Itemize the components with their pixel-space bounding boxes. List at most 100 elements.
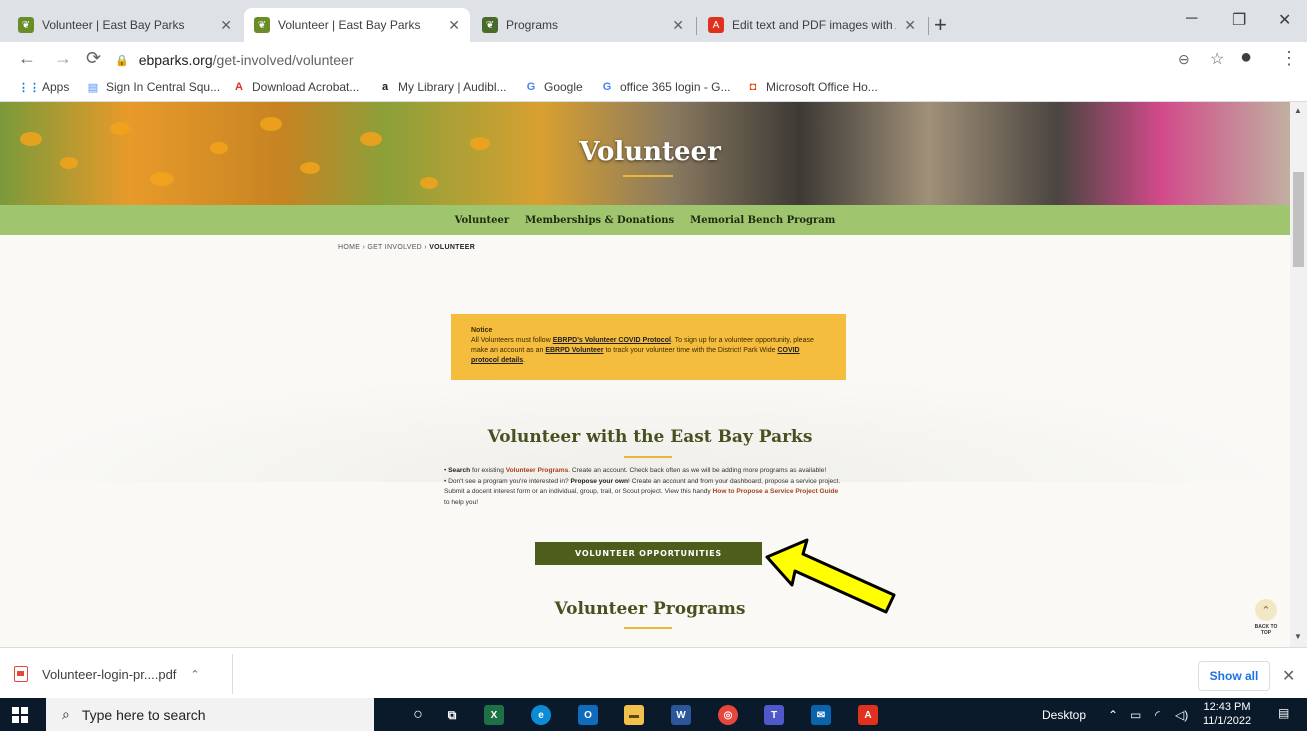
- adobe-icon: A: [708, 17, 724, 33]
- close-tab-icon[interactable]: ✕: [448, 17, 460, 34]
- close-tab-icon[interactable]: ✕: [220, 17, 232, 34]
- tab-adobe[interactable]: A Edit text and PDF images with Ac ✕: [698, 8, 926, 42]
- poppy-flower: [420, 177, 438, 189]
- bookmark-acrobat[interactable]: A Download Acrobat...: [232, 80, 359, 94]
- notice-text-part: All Volunteers must follow: [471, 337, 553, 344]
- address-bar[interactable]: 🔒 ebparks.org/get-involved/volunteer: [115, 46, 1195, 74]
- download-item[interactable]: Volunteer-login-pr....pdf ⌃: [14, 661, 200, 687]
- close-tab-icon[interactable]: ✕: [672, 17, 684, 34]
- banner-title: Volunteer: [579, 137, 721, 167]
- scroll-down-icon[interactable]: ▼: [1294, 632, 1302, 641]
- intro-bullet-propose: • Don't see a program you're interested …: [444, 477, 844, 509]
- bookmark-label: Google: [544, 80, 583, 94]
- chevron-up-icon: ⌃: [1255, 599, 1277, 621]
- bookmark-label: office 365 login - G...: [620, 80, 731, 94]
- ebparks-leaf-icon: ❦: [18, 17, 34, 33]
- clock-time: 12:43 PM: [1203, 701, 1251, 713]
- cortana-icon[interactable]: ○: [408, 705, 428, 725]
- text-part: . Create an account. Check back often as…: [568, 467, 827, 474]
- bookmark-microsoft-office[interactable]: ◘ Microsoft Office Ho...: [746, 80, 878, 94]
- word-icon[interactable]: W: [671, 705, 691, 725]
- tab-volunteer-2[interactable]: ❦ Volunteer | East Bay Parks ✕: [244, 8, 470, 42]
- tab-title: Volunteer | East Bay Parks: [42, 18, 185, 32]
- network-icon[interactable]: ▭: [1130, 708, 1141, 722]
- tab-title: Volunteer | East Bay Parks: [278, 18, 421, 32]
- mail-icon[interactable]: ✉: [811, 705, 831, 725]
- ebrpd-volunteer-link[interactable]: EBRPD Volunteer: [545, 347, 603, 354]
- section-heading-programs: Volunteer Programs: [554, 599, 746, 619]
- outlook-icon[interactable]: O: [578, 705, 598, 725]
- tab-title: Edit text and PDF images with Ac: [732, 18, 897, 32]
- acrobat-icon[interactable]: A: [858, 705, 878, 725]
- scrollbar-thumb[interactable]: [1293, 172, 1304, 267]
- text-part: Propose your own: [570, 477, 629, 485]
- text-part: for existing: [470, 467, 506, 474]
- show-hidden-icons-chevron[interactable]: ⌃: [1108, 708, 1118, 722]
- bookmark-office365[interactable]: G office 365 login - G...: [600, 80, 731, 94]
- wifi-icon[interactable]: ◜: [1155, 708, 1160, 722]
- desktop-toolbar-label[interactable]: Desktop: [1042, 708, 1086, 722]
- system-clock[interactable]: 12:43 PM 11/1/2022: [1200, 700, 1254, 728]
- close-window-button[interactable]: ✕: [1278, 10, 1291, 30]
- scroll-up-icon[interactable]: ▲: [1294, 106, 1302, 115]
- subnav-volunteer[interactable]: Volunteer: [455, 215, 509, 226]
- covid-protocol-link[interactable]: EBRPD's Volunteer COVID Protocol: [553, 337, 671, 344]
- text-part: to help you!: [444, 498, 479, 506]
- notice-text-part: .: [523, 357, 526, 364]
- excel-icon[interactable]: X: [484, 705, 504, 725]
- chrome-icon[interactable]: ◎: [718, 705, 738, 725]
- lock-icon: 🔒: [115, 54, 129, 67]
- reload-icon[interactable]: ⟳: [86, 48, 101, 69]
- breadcrumb-get-involved[interactable]: GET INVOLVED: [367, 244, 422, 251]
- volunteer-opportunities-button[interactable]: VOLUNTEER OPPORTUNITIES: [535, 542, 762, 565]
- bookmark-apps[interactable]: ⋮⋮ Apps: [18, 80, 70, 94]
- subnav-memorial-bench[interactable]: Memorial Bench Program: [690, 215, 835, 226]
- back-to-top-label: BACK TO TOP: [1254, 624, 1278, 636]
- menu-kebab-icon[interactable]: ⋮: [1280, 48, 1298, 69]
- divider: [232, 654, 233, 694]
- service-project-guide-link[interactable]: How to Propose a Service Project Guide: [713, 488, 839, 495]
- notice-title: Notice: [471, 327, 493, 334]
- page-scrollbar[interactable]: ▲ ▼: [1290, 102, 1307, 647]
- minimize-button[interactable]: ─: [1186, 10, 1197, 28]
- teams-icon[interactable]: T: [764, 705, 784, 725]
- edge-icon[interactable]: e: [531, 705, 551, 725]
- section-heading: Volunteer with the East Bay Parks: [487, 427, 813, 447]
- close-icon[interactable]: ✕: [1282, 666, 1295, 686]
- bookmark-audible[interactable]: a My Library | Audibl...: [378, 80, 507, 94]
- back-arrow-icon[interactable]: ←: [18, 48, 36, 69]
- volunteer-programs-link[interactable]: Volunteer Programs: [506, 467, 569, 474]
- notification-center-icon[interactable]: ▤: [1278, 706, 1289, 720]
- tab-title: Programs: [506, 18, 559, 32]
- ebparks-leaf-icon: ❦: [254, 17, 270, 33]
- bookmark-label: Apps: [42, 80, 70, 94]
- adobe-icon: A: [235, 81, 243, 93]
- bookmark-label: Sign In Central Squ...: [106, 80, 221, 94]
- profile-icon[interactable]: ●: [1240, 46, 1252, 69]
- task-view-icon[interactable]: ⧉: [442, 705, 462, 725]
- back-to-top-button[interactable]: ⌃ BACK TO TOP: [1250, 599, 1282, 636]
- windows-start-icon[interactable]: [12, 707, 28, 723]
- tab-volunteer-1[interactable]: ❦ Volunteer | East Bay Parks ✕: [8, 8, 242, 42]
- new-tab-button[interactable]: +: [934, 12, 947, 38]
- subnav-memberships[interactable]: Memberships & Donations: [525, 215, 674, 226]
- bookmark-label: My Library | Audibl...: [398, 80, 507, 94]
- text-part: Search: [448, 467, 471, 474]
- close-tab-icon[interactable]: ✕: [904, 17, 916, 34]
- bookmark-central-square[interactable]: ▤ Sign In Central Squ...: [86, 80, 220, 94]
- breadcrumb: HOME › GET INVOLVED › VOLUNTEER: [338, 244, 475, 251]
- volume-icon[interactable]: ◁): [1175, 708, 1188, 722]
- downloads-bar: Volunteer-login-pr....pdf ⌃ Show all ✕: [0, 647, 1307, 698]
- pdf-file-icon: [14, 666, 28, 682]
- tab-programs[interactable]: ❦ Programs ✕: [472, 8, 694, 42]
- zoom-icon[interactable]: ⊖: [1178, 51, 1190, 68]
- show-all-button[interactable]: Show all: [1198, 661, 1270, 691]
- bookmark-star-icon[interactable]: ☆: [1210, 49, 1224, 69]
- file-explorer-icon[interactable]: ▬: [624, 705, 644, 725]
- breadcrumb-home[interactable]: HOME: [338, 244, 360, 251]
- bookmark-google[interactable]: G Google: [524, 80, 583, 94]
- restore-button[interactable]: ❐: [1232, 10, 1246, 30]
- forward-arrow-icon[interactable]: →: [54, 48, 72, 69]
- taskbar-search-box[interactable]: ⌕ Type here to search: [46, 698, 374, 731]
- chevron-up-icon[interactable]: ⌃: [190, 668, 199, 681]
